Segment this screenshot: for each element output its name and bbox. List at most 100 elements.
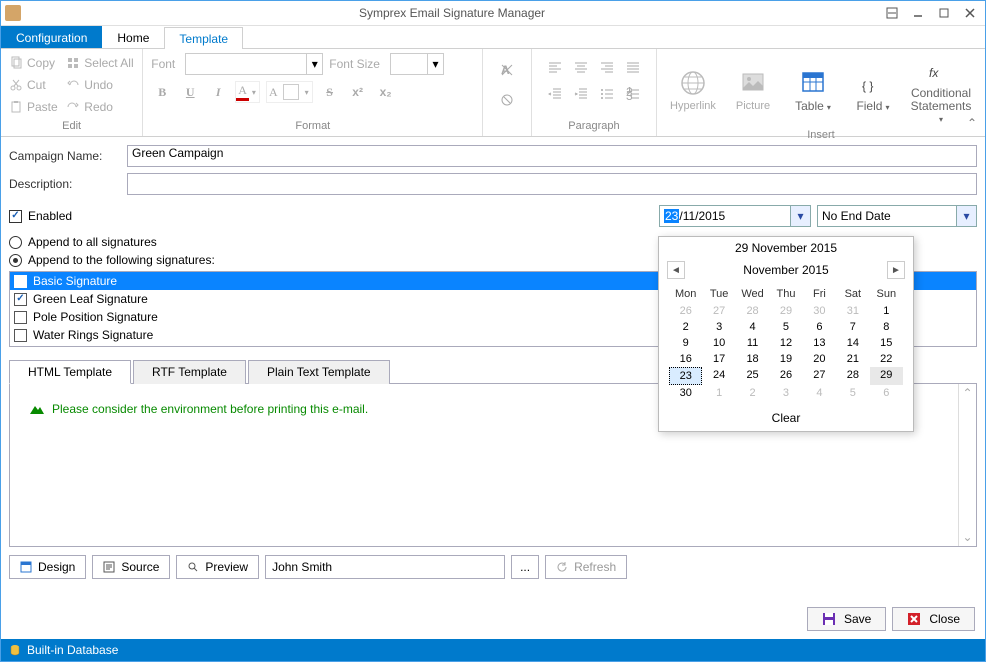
calendar-day[interactable]: 12 bbox=[769, 335, 802, 351]
list-checkbox[interactable] bbox=[14, 275, 27, 288]
table-button[interactable]: Table ▾ bbox=[785, 53, 841, 127]
calendar-day[interactable]: 1 bbox=[870, 303, 903, 319]
calendar-day[interactable]: 16 bbox=[669, 351, 702, 367]
bullet-list-button[interactable] bbox=[596, 83, 618, 105]
calendar-day[interactable]: 5 bbox=[769, 319, 802, 335]
append-all-radio[interactable] bbox=[9, 236, 22, 249]
calendar-day[interactable]: 26 bbox=[669, 303, 702, 319]
editor-scrollbar[interactable]: ⌃⌄ bbox=[958, 384, 976, 546]
maximize-button[interactable] bbox=[933, 4, 955, 22]
calendar-next-button[interactable]: ► bbox=[887, 261, 905, 279]
picture-button[interactable]: Picture bbox=[725, 53, 781, 127]
calendar-day[interactable]: 26 bbox=[769, 367, 802, 385]
calendar-day[interactable]: 30 bbox=[803, 303, 836, 319]
save-button[interactable]: Save bbox=[807, 607, 886, 631]
calendar-day[interactable]: 27 bbox=[702, 303, 735, 319]
calendar-prev-button[interactable]: ◄ bbox=[667, 261, 685, 279]
italic-button[interactable]: I bbox=[207, 81, 229, 103]
collapse-ribbon-icon[interactable]: ⌃ bbox=[967, 116, 977, 130]
calendar-day[interactable]: 4 bbox=[736, 319, 769, 335]
calendar-day[interactable]: 20 bbox=[803, 351, 836, 367]
append-selected-radio[interactable] bbox=[9, 254, 22, 267]
calendar-day[interactable]: 13 bbox=[803, 335, 836, 351]
calendar-day[interactable]: 29 bbox=[769, 303, 802, 319]
description-input[interactable] bbox=[127, 173, 977, 195]
calendar-day[interactable]: 3 bbox=[769, 385, 802, 401]
undo-button[interactable]: Undo bbox=[66, 75, 134, 95]
calendar-day[interactable]: 28 bbox=[736, 303, 769, 319]
calendar-day[interactable]: 6 bbox=[870, 385, 903, 401]
calendar-day[interactable]: 24 bbox=[702, 367, 735, 385]
calendar-day[interactable]: 27 bbox=[803, 367, 836, 385]
ribbon-toggle-icon[interactable] bbox=[881, 4, 903, 22]
calendar-day[interactable]: 25 bbox=[736, 367, 769, 385]
browse-button[interactable]: ... bbox=[511, 555, 539, 579]
bold-button[interactable]: B bbox=[151, 81, 173, 103]
tab-plain-template[interactable]: Plain Text Template bbox=[248, 360, 390, 384]
calendar-day[interactable]: 18 bbox=[736, 351, 769, 367]
subscript-button[interactable]: x₂ bbox=[375, 81, 397, 103]
list-checkbox[interactable] bbox=[14, 329, 27, 342]
campaign-name-input[interactable]: Green Campaign bbox=[127, 145, 977, 167]
calendar-day[interactable]: 30 bbox=[669, 385, 702, 401]
field-button[interactable]: { }Field ▾ bbox=[845, 53, 901, 127]
close-window-button[interactable] bbox=[959, 4, 981, 22]
calendar-day[interactable]: 15 bbox=[870, 335, 903, 351]
calendar-day[interactable]: 31 bbox=[836, 303, 869, 319]
end-date-combo[interactable]: No End Date ▾ bbox=[817, 205, 977, 227]
font-size-combo[interactable]: ▾ bbox=[390, 53, 444, 75]
calendar-day[interactable]: 1 bbox=[702, 385, 735, 401]
number-list-button[interactable]: 123 bbox=[622, 83, 644, 105]
align-justify-button[interactable] bbox=[622, 57, 644, 79]
refresh-button[interactable]: Refresh bbox=[545, 555, 627, 579]
select-all-button[interactable]: Select All bbox=[66, 53, 134, 73]
calendar-day[interactable]: 7 bbox=[836, 319, 869, 335]
calendar-day[interactable]: 11 bbox=[736, 335, 769, 351]
list-checkbox[interactable] bbox=[14, 293, 27, 306]
calendar-clear-button[interactable]: Clear bbox=[659, 405, 913, 431]
calendar-day[interactable]: 5 bbox=[836, 385, 869, 401]
outdent-button[interactable] bbox=[544, 83, 566, 105]
calendar-day[interactable]: 22 bbox=[870, 351, 903, 367]
hyperlink-button[interactable]: Hyperlink bbox=[665, 53, 721, 127]
clear-format-button[interactable]: A bbox=[496, 59, 518, 81]
calendar-day[interactable]: 4 bbox=[803, 385, 836, 401]
calendar-day[interactable]: 21 bbox=[836, 351, 869, 367]
enabled-checkbox[interactable] bbox=[9, 210, 22, 223]
calendar-day[interactable]: 19 bbox=[769, 351, 802, 367]
calendar-day[interactable]: 17 bbox=[702, 351, 735, 367]
align-right-button[interactable] bbox=[596, 57, 618, 79]
source-button[interactable]: Source bbox=[92, 555, 170, 579]
calendar-day[interactable]: 28 bbox=[836, 367, 869, 385]
calendar-day[interactable]: 2 bbox=[736, 385, 769, 401]
chevron-down-icon[interactable]: ▾ bbox=[790, 206, 810, 226]
start-date-combo[interactable]: 23/11/2015 ▾ bbox=[659, 205, 811, 227]
calendar-day[interactable]: 8 bbox=[870, 319, 903, 335]
highlight-color-button[interactable]: A▾ bbox=[266, 81, 313, 103]
align-left-button[interactable] bbox=[544, 57, 566, 79]
minimize-button[interactable] bbox=[907, 4, 929, 22]
strikethrough-button[interactable]: S bbox=[319, 81, 341, 103]
superscript-button[interactable]: x² bbox=[347, 81, 369, 103]
calendar-day[interactable]: 9 bbox=[669, 335, 702, 351]
calendar-day[interactable]: 10 bbox=[702, 335, 735, 351]
redo-button[interactable]: Redo bbox=[66, 97, 134, 117]
calendar-day[interactable]: 3 bbox=[702, 319, 735, 335]
calendar-day[interactable]: 14 bbox=[836, 335, 869, 351]
cut-button[interactable]: Cut bbox=[9, 75, 58, 95]
calendar-day[interactable]: 29 bbox=[870, 367, 903, 385]
preview-name-input[interactable]: John Smith bbox=[265, 555, 505, 579]
chevron-down-icon[interactable]: ▾ bbox=[956, 206, 976, 226]
design-button[interactable]: Design bbox=[9, 555, 86, 579]
clear-button-2[interactable] bbox=[496, 89, 518, 111]
calendar-day[interactable]: 6 bbox=[803, 319, 836, 335]
align-center-button[interactable] bbox=[570, 57, 592, 79]
font-combo[interactable]: ▾ bbox=[185, 53, 323, 75]
underline-button[interactable]: U bbox=[179, 81, 201, 103]
indent-button[interactable] bbox=[570, 83, 592, 105]
tab-configuration[interactable]: Configuration bbox=[1, 26, 102, 48]
calendar-day[interactable]: 23 bbox=[669, 367, 702, 385]
tab-home[interactable]: Home bbox=[102, 26, 164, 48]
tab-html-template[interactable]: HTML Template bbox=[9, 360, 131, 384]
calendar-day[interactable]: 2 bbox=[669, 319, 702, 335]
